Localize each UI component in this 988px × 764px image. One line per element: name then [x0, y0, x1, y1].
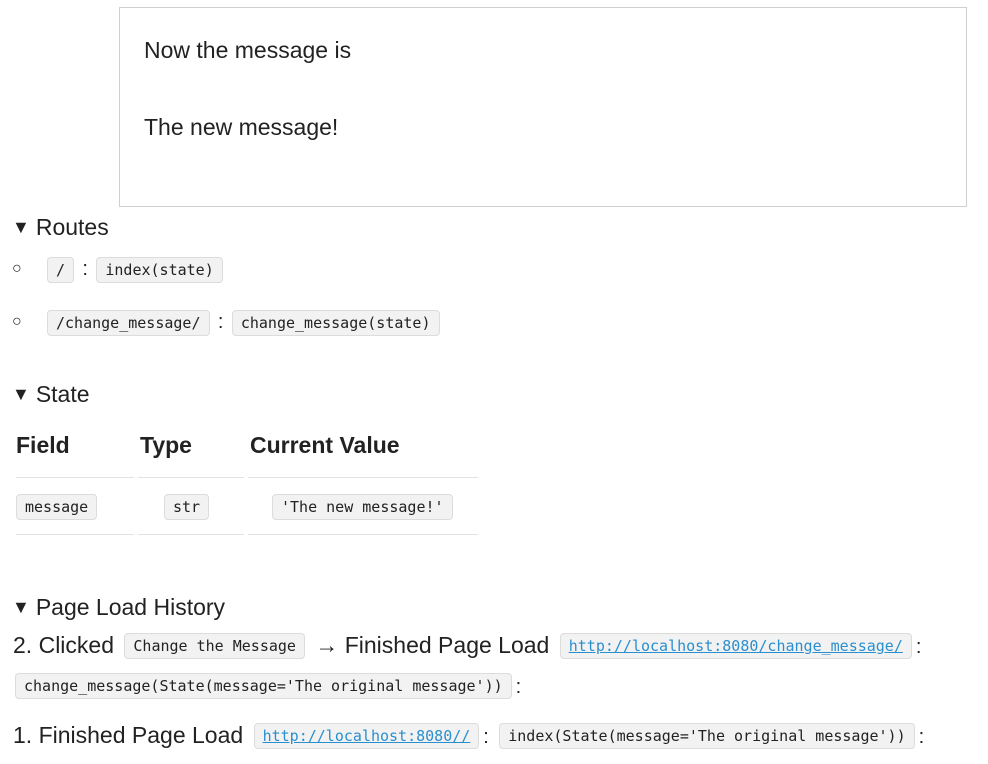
message-value: The new message! [144, 114, 339, 140]
app-frame: Now the message is The new message! [119, 7, 967, 207]
history-separator: : [915, 636, 922, 658]
history-separator: : [918, 726, 925, 748]
routes-heading: Routes [35, 214, 109, 240]
page-url-link[interactable]: http://localhost:8080// [253, 723, 480, 749]
hollow-circle-bullet-icon: ○ [12, 260, 22, 277]
clicked-button-name: Change the Message [124, 633, 305, 659]
column-header-current-value: Current Value [248, 420, 478, 478]
hollow-circle-bullet-icon: ○ [12, 313, 22, 330]
history-entry: 2. Clicked Change the Message → Finished… [13, 632, 921, 661]
triangle-down-icon: ▼ [12, 217, 30, 237]
state-value-cell: 'The new message!' [248, 478, 478, 535]
column-header-type: Type [138, 420, 244, 478]
history-separator: : [515, 676, 522, 698]
history-entry-action: Clicked [38, 632, 114, 658]
history-entry: 1. Finished Page Load http://localhost:8… [13, 722, 924, 751]
history-heading: Page Load History [35, 594, 226, 620]
history-separator: : [483, 726, 489, 748]
state-type-cell: str [138, 478, 244, 535]
history-entry-number: 2. [13, 632, 33, 658]
history-entry-call-line: change_message(State(message='The origin… [15, 672, 521, 701]
table-row: message str 'The new message!' [16, 478, 478, 535]
state-field: message [16, 494, 98, 520]
arrow-right-icon: → [315, 632, 339, 658]
state-disclosure[interactable]: ▼ State [12, 381, 90, 408]
triangle-down-icon: ▼ [12, 597, 30, 617]
route-separator: : [82, 258, 88, 280]
route-handler: change_message(state) [231, 310, 440, 336]
route-path: / [47, 257, 75, 283]
history-entry-event: Finished Page Load [38, 722, 244, 748]
history-entry-event: Finished Page Load [344, 632, 550, 658]
route-path: /change_message/ [47, 310, 210, 336]
state-field-cell: message [16, 478, 134, 535]
state-heading: State [35, 381, 90, 407]
triangle-down-icon: ▼ [12, 384, 30, 404]
page-url-link[interactable]: http://localhost:8080/change_message/ [559, 633, 912, 659]
message-label: Now the message is [144, 37, 352, 63]
handler-call: index(State(message='The original messag… [499, 723, 915, 749]
state-type: str [164, 494, 210, 520]
history-entry-number: 1. [13, 722, 33, 748]
history-disclosure[interactable]: ▼ Page Load History [12, 594, 225, 621]
route-handler: index(state) [96, 257, 223, 283]
column-header-field: Field [16, 420, 134, 478]
state-table: Field Type Current Value message str 'Th… [12, 420, 482, 535]
route-separator: : [217, 311, 224, 333]
state-table-header: Field Type Current Value [16, 420, 478, 478]
state-value: 'The new message!' [272, 494, 453, 520]
routes-disclosure[interactable]: ▼ Routes [12, 214, 109, 241]
handler-call: change_message(State(message='The origin… [15, 673, 512, 699]
